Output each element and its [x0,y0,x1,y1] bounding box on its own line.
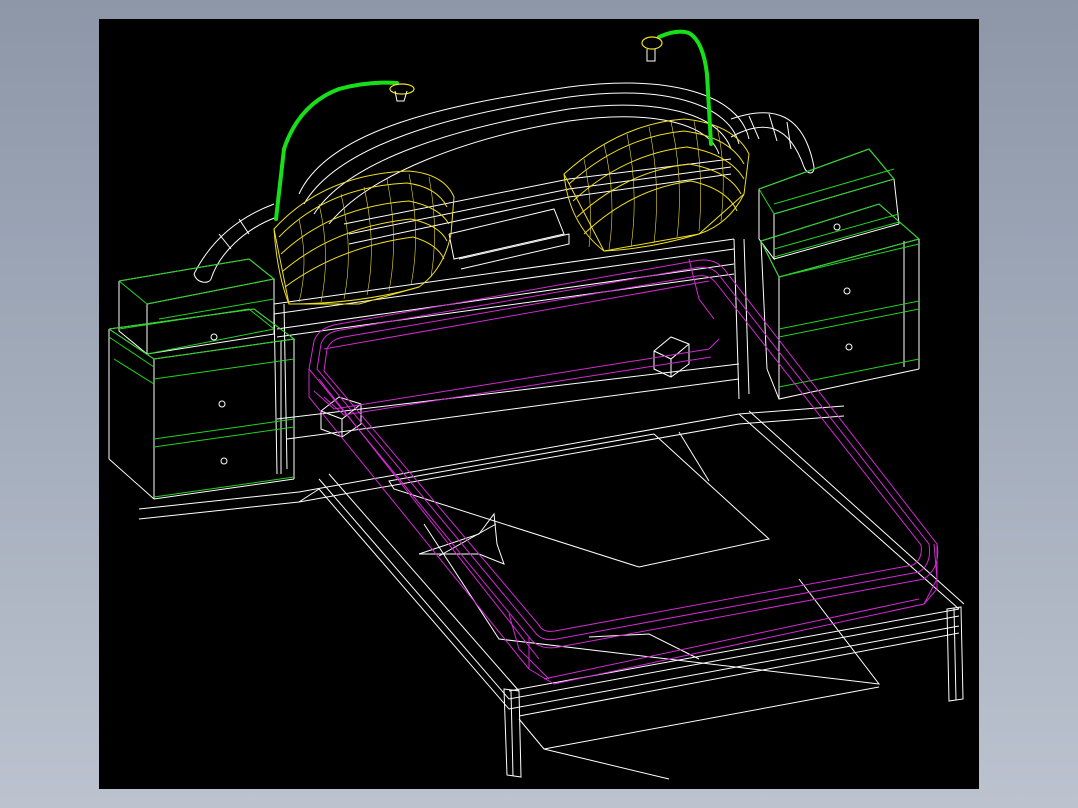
cad-viewport[interactable] [99,19,979,789]
right-pillow [563,118,750,252]
bed-wireframe-drawing [108,29,965,780]
bed-frame [138,405,965,780]
left-nightstand [108,258,296,500]
mattress [308,258,939,685]
left-reading-lamp [274,80,415,221]
right-nightstand [758,148,921,400]
